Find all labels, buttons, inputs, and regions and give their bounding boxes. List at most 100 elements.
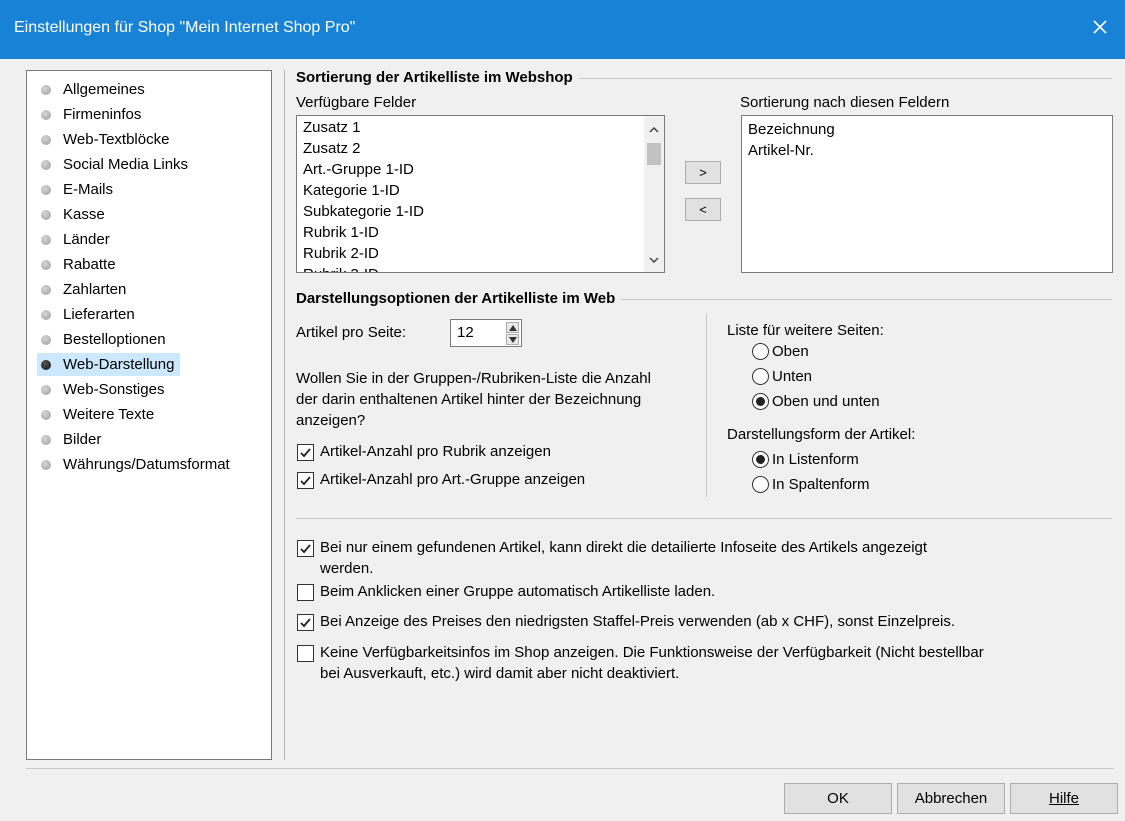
- sidebar-item-lieferarten[interactable]: Lieferarten: [37, 303, 141, 326]
- bullet-icon: [41, 85, 51, 95]
- rubrik-count-label[interactable]: Artikel-Anzahl pro Rubrik anzeigen: [320, 443, 551, 460]
- sort-group-title: Sortierung der Artikelliste im Webshop: [296, 69, 579, 86]
- bullet-icon: [41, 110, 51, 120]
- settings-dialog: Einstellungen für Shop "Mein Internet Sh…: [0, 0, 1125, 821]
- sidebar-item-label: E-Mails: [63, 181, 114, 198]
- sort-fields-list[interactable]: Bezeichnung Artikel-Nr.: [741, 115, 1113, 273]
- sidebar-item-label: Bilder: [63, 431, 102, 448]
- sidebar-item-rabatte[interactable]: Rabatte: [37, 253, 122, 276]
- chevron-up-icon[interactable]: [648, 124, 660, 136]
- spin-down-button[interactable]: [506, 334, 519, 345]
- radio-selected-dot: [756, 397, 765, 406]
- radio-oben-und-unten-label[interactable]: Oben und unten: [772, 393, 880, 410]
- staffel-price-label[interactable]: Bei Anzeige des Preises den niedrigsten …: [320, 613, 955, 630]
- list-item[interactable]: Zusatz 1: [297, 117, 664, 138]
- sidebar-item-kasse[interactable]: Kasse: [37, 203, 111, 226]
- per-page-label: Artikel pro Seite:: [296, 324, 407, 341]
- list-item[interactable]: Rubrik 3-ID: [297, 264, 664, 272]
- radio-oben[interactable]: [752, 343, 769, 360]
- sidebar-item-social-media-links[interactable]: Social Media Links: [37, 153, 194, 176]
- sidebar-item-label: Rabatte: [63, 256, 116, 273]
- radio-selected-dot: [756, 455, 765, 464]
- radio-oben-label[interactable]: Oben: [772, 343, 809, 360]
- sidebar-item-weitere-texte[interactable]: Weitere Texte: [37, 403, 160, 426]
- column-divider: [706, 314, 707, 497]
- rubrik-count-checkbox[interactable]: [297, 444, 314, 461]
- radio-oben-und-unten[interactable]: [752, 393, 769, 410]
- list-item[interactable]: Artikel-Nr.: [742, 140, 1112, 161]
- radio-spaltenform[interactable]: [752, 476, 769, 493]
- bullet-icon: [41, 460, 51, 470]
- sidebar-item-firmeninfos[interactable]: Firmeninfos: [37, 103, 147, 126]
- scrollbar-thumb[interactable]: [647, 143, 661, 165]
- sidebar-item-web-darstellung[interactable]: Web-Darstellung: [37, 353, 181, 376]
- auto-load-checkbox[interactable]: [297, 584, 314, 601]
- bullet-icon: [41, 360, 51, 370]
- available-fields-list[interactable]: Zusatz 1 Zusatz 2 Art.-Gruppe 1-ID Kateg…: [296, 115, 665, 273]
- single-article-label-1[interactable]: Bei nur einem gefundenen Artikel, kann d…: [320, 539, 927, 556]
- bullet-icon: [41, 385, 51, 395]
- cancel-button[interactable]: Abbrechen: [897, 783, 1005, 814]
- sidebar-item-zahlarten[interactable]: Zahlarten: [37, 278, 132, 301]
- checkmark-icon: [300, 544, 311, 554]
- list-item[interactable]: Art.-Gruppe 1-ID: [297, 159, 664, 180]
- pages-label: Liste für weitere Seiten:: [727, 322, 884, 339]
- radio-listenform-label[interactable]: In Listenform: [772, 451, 859, 468]
- scrollbar[interactable]: [644, 116, 664, 272]
- staffel-price-checkbox[interactable]: [297, 614, 314, 631]
- settings-nav: Allgemeines Firmeninfos Web-Textblöcke S…: [26, 70, 272, 760]
- per-page-value: 12: [457, 324, 474, 341]
- list-item[interactable]: Rubrik 1-ID: [297, 222, 664, 243]
- sidebar-item-bilder[interactable]: Bilder: [37, 428, 107, 451]
- chevron-down-icon[interactable]: [648, 254, 660, 266]
- no-availability-label-2[interactable]: bei Ausverkauft, etc.) wird damit aber n…: [320, 665, 679, 682]
- bullet-icon: [41, 160, 51, 170]
- single-article-checkbox[interactable]: [297, 540, 314, 557]
- sidebar-item-bestelloptionen[interactable]: Bestelloptionen: [37, 328, 172, 351]
- list-item[interactable]: Zusatz 2: [297, 138, 664, 159]
- sidebar-item-waehrungs-datumsformat[interactable]: Währungs/Datumsformat: [37, 453, 236, 476]
- list-item[interactable]: Kategorie 1-ID: [297, 180, 664, 201]
- question-line-3: anzeigen?: [296, 412, 366, 429]
- sidebar-item-web-textbloecke[interactable]: Web-Textblöcke: [37, 128, 175, 151]
- list-item[interactable]: Bezeichnung: [742, 119, 1112, 140]
- bullet-icon: [41, 410, 51, 420]
- gruppe-count-checkbox[interactable]: [297, 472, 314, 489]
- single-article-label-2[interactable]: werden.: [320, 560, 373, 577]
- radio-spaltenform-label[interactable]: In Spaltenform: [772, 476, 870, 493]
- gruppe-count-label[interactable]: Artikel-Anzahl pro Art.-Gruppe anzeigen: [320, 471, 585, 488]
- bullet-icon: [41, 235, 51, 245]
- per-page-stepper[interactable]: 12: [450, 319, 522, 347]
- spin-up-button[interactable]: [506, 322, 519, 333]
- sidebar-item-label: Zahlarten: [63, 281, 127, 298]
- sidebar-item-label: Kasse: [63, 206, 105, 223]
- checkmark-icon: [300, 618, 311, 628]
- sidebar-item-allgemeines[interactable]: Allgemeines: [37, 78, 151, 101]
- remove-field-button[interactable]: <: [685, 198, 721, 221]
- radio-unten[interactable]: [752, 368, 769, 385]
- no-availability-checkbox[interactable]: [297, 645, 314, 662]
- checkmark-icon: [300, 476, 311, 486]
- list-item[interactable]: Rubrik 2-ID: [297, 243, 664, 264]
- panel-divider: [284, 70, 285, 760]
- sidebar-item-label: Lieferarten: [63, 306, 135, 323]
- window-title: Einstellungen für Shop "Mein Internet Sh…: [14, 19, 356, 36]
- sidebar-item-label: Bestelloptionen: [63, 331, 166, 348]
- radio-listenform[interactable]: [752, 451, 769, 468]
- ok-button[interactable]: OK: [784, 783, 892, 814]
- add-field-button[interactable]: >: [685, 161, 721, 184]
- no-availability-label-1[interactable]: Keine Verfügbarkeitsinfos im Shop anzeig…: [320, 644, 984, 661]
- auto-load-label[interactable]: Beim Anklicken einer Gruppe automatisch …: [320, 583, 715, 600]
- triangle-down-icon: [509, 337, 517, 343]
- sidebar-item-label: Web-Sonstiges: [63, 381, 165, 398]
- close-icon[interactable]: [1087, 14, 1113, 40]
- sidebar-item-label: Web-Textblöcke: [63, 131, 170, 148]
- sidebar-item-web-sonstiges[interactable]: Web-Sonstiges: [37, 378, 170, 401]
- question-line-1: Wollen Sie in der Gruppen-/Rubriken-List…: [296, 370, 651, 387]
- question-line-2: der darin enthaltenen Artikel hinter der…: [296, 391, 642, 408]
- list-item[interactable]: Subkategorie 1-ID: [297, 201, 664, 222]
- help-button[interactable]: Hilfe: [1010, 783, 1118, 814]
- sidebar-item-laender[interactable]: Länder: [37, 228, 116, 251]
- radio-unten-label[interactable]: Unten: [772, 368, 812, 385]
- sidebar-item-e-mails[interactable]: E-Mails: [37, 178, 119, 201]
